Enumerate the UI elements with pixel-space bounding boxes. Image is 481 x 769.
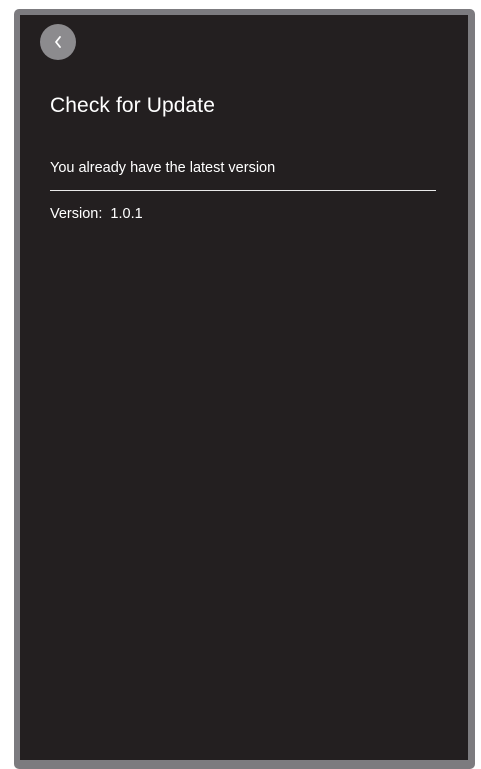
divider <box>50 190 436 191</box>
version-value: 1.0.1 <box>110 206 143 222</box>
version-label: Version: <box>50 206 103 222</box>
back-button[interactable] <box>40 24 76 60</box>
update-screen: Check for Update You already have the la… <box>20 15 468 760</box>
update-status-text: You already have the latest version <box>50 160 276 176</box>
version-row: Version: 1.0.1 <box>50 206 143 222</box>
chevron-left-icon <box>51 34 65 50</box>
page-title: Check for Update <box>50 94 216 117</box>
